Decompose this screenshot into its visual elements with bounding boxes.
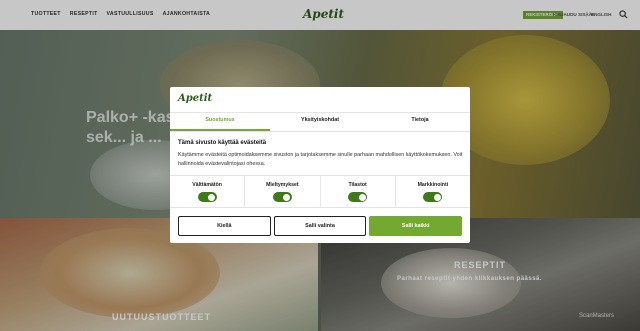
switch-knob (433, 193, 441, 201)
dialog-logo: Apetit (178, 93, 213, 104)
allow-selection-button[interactable]: Salli valinta (273, 216, 367, 236)
statistics-switch[interactable] (348, 192, 368, 202)
deny-button[interactable]: Kiellä (178, 216, 271, 236)
toggle-label: Markkinointi (417, 182, 449, 188)
toggle-statistics: Tilastot (321, 175, 396, 207)
switch-knob (208, 193, 216, 201)
marketing-switch[interactable] (423, 192, 443, 202)
allow-all-button[interactable]: Salli kaikki (369, 216, 463, 236)
tab-consent[interactable]: Suostumus (170, 112, 270, 131)
dialog-divider (170, 131, 470, 132)
dialog-body-text: Käytämme evästeitä optimoidaksemme sivus… (178, 152, 463, 167)
switch-knob (283, 193, 291, 201)
dialog-divider (170, 207, 470, 208)
preferences-switch[interactable] (272, 192, 292, 202)
toggle-marketing: Markkinointi (396, 175, 470, 207)
consent-tabs: Suostumus Yksityiskohdat Tietoja (170, 112, 470, 131)
necessary-switch[interactable] (197, 192, 217, 202)
toggle-necessary: Välttämätön (170, 175, 246, 207)
toggle-label: Tilastot (348, 182, 367, 188)
toggle-label: Mieltymykset (266, 182, 299, 188)
toggle-preferences: Mieltymykset (245, 175, 321, 207)
switch-knob (358, 193, 366, 201)
tab-about[interactable]: Tietoja (370, 112, 470, 131)
consent-button-row: Kiellä Salli valinta Salli kaikki (178, 216, 463, 236)
tab-details[interactable]: Yksityiskohdat (270, 112, 370, 131)
toggle-label: Välttämätön (192, 182, 222, 188)
cookie-consent-dialog: Apetit Suostumus Yksityiskohdat Tietoja … (170, 87, 470, 243)
cookie-category-toggles: Välttämätön Mieltymykset Tilastot Markki… (170, 175, 470, 207)
dialog-heading: Tämä sivusto käyttää evästeitä (178, 140, 267, 146)
